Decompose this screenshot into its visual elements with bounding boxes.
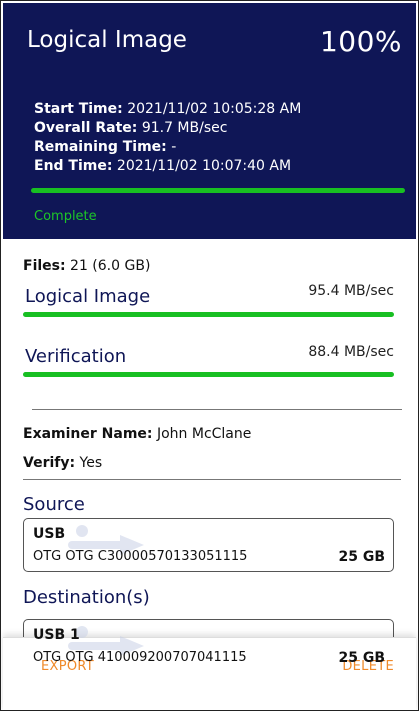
overall-rate-line: Overall Rate: 91.7 MB/sec: [34, 119, 301, 138]
examiner-label: Examiner Name:: [23, 426, 153, 442]
destination-description: OTG OTG 410009200707041115: [33, 650, 247, 665]
logical-image-rate: 95.4 MB/sec: [308, 283, 394, 299]
section-divider: [32, 409, 402, 410]
remaining-time-value: -: [171, 139, 177, 155]
job-stats: Start Time: 2021/11/02 10:05:28 AM Overa…: [34, 100, 301, 176]
start-time-label: Start Time:: [34, 101, 123, 117]
destination-device: USB 1: [33, 627, 80, 643]
source-card[interactable]: USB OTG OTG C30000570133051115 25 GB: [23, 518, 394, 572]
end-time-value: 2021/11/02 10:07:40 AM: [116, 158, 292, 174]
files-label: Files:: [23, 258, 66, 274]
job-title: Logical Image: [27, 27, 187, 53]
verification-label: Verification: [25, 346, 127, 367]
verify-value: Yes: [79, 455, 103, 471]
source-size: 25 GB: [338, 549, 385, 565]
remaining-time-line: Remaining Time: -: [34, 138, 301, 157]
source-heading: Source: [23, 494, 85, 515]
progress-header: Logical Image 100% Start Time: 2021/11/0…: [3, 3, 416, 239]
end-time-label: End Time:: [34, 158, 113, 174]
source-device: USB: [33, 526, 66, 542]
verify-setting: Verify: Yes: [23, 455, 102, 471]
section-divider: [23, 479, 401, 480]
source-description: OTG OTG C30000570133051115: [33, 549, 248, 564]
end-time-line: End Time: 2021/11/02 10:07:40 AM: [34, 157, 301, 176]
logical-image-label: Logical Image: [25, 286, 151, 307]
start-time-line: Start Time: 2021/11/02 10:05:28 AM: [34, 100, 301, 119]
overall-rate-label: Overall Rate:: [34, 120, 138, 136]
status-text: Complete: [34, 209, 97, 224]
files-value: 21 (6.0 GB): [70, 258, 151, 274]
verify-label: Verify:: [23, 455, 76, 471]
destinations-heading: Destination(s): [23, 587, 150, 608]
examiner-name: Examiner Name: John McClane: [23, 426, 251, 442]
app-screen: Logical Image 100% Start Time: 2021/11/0…: [0, 0, 419, 711]
verification-rate: 88.4 MB/sec: [308, 344, 394, 360]
destination-size: 25 GB: [338, 650, 385, 666]
logical-image-progress-bar: [23, 312, 394, 317]
start-time-value: 2021/11/02 10:05:28 AM: [127, 101, 302, 117]
verification-progress-bar: [23, 372, 394, 377]
overall-rate-value: 91.7 MB/sec: [141, 120, 228, 136]
examiner-value: John McClane: [156, 426, 252, 442]
overall-progress-bar: [31, 188, 405, 193]
remaining-time-label: Remaining Time:: [34, 139, 167, 155]
progress-percent: 100%: [319, 25, 402, 58]
files-summary: Files: 21 (6.0 GB): [23, 258, 150, 274]
